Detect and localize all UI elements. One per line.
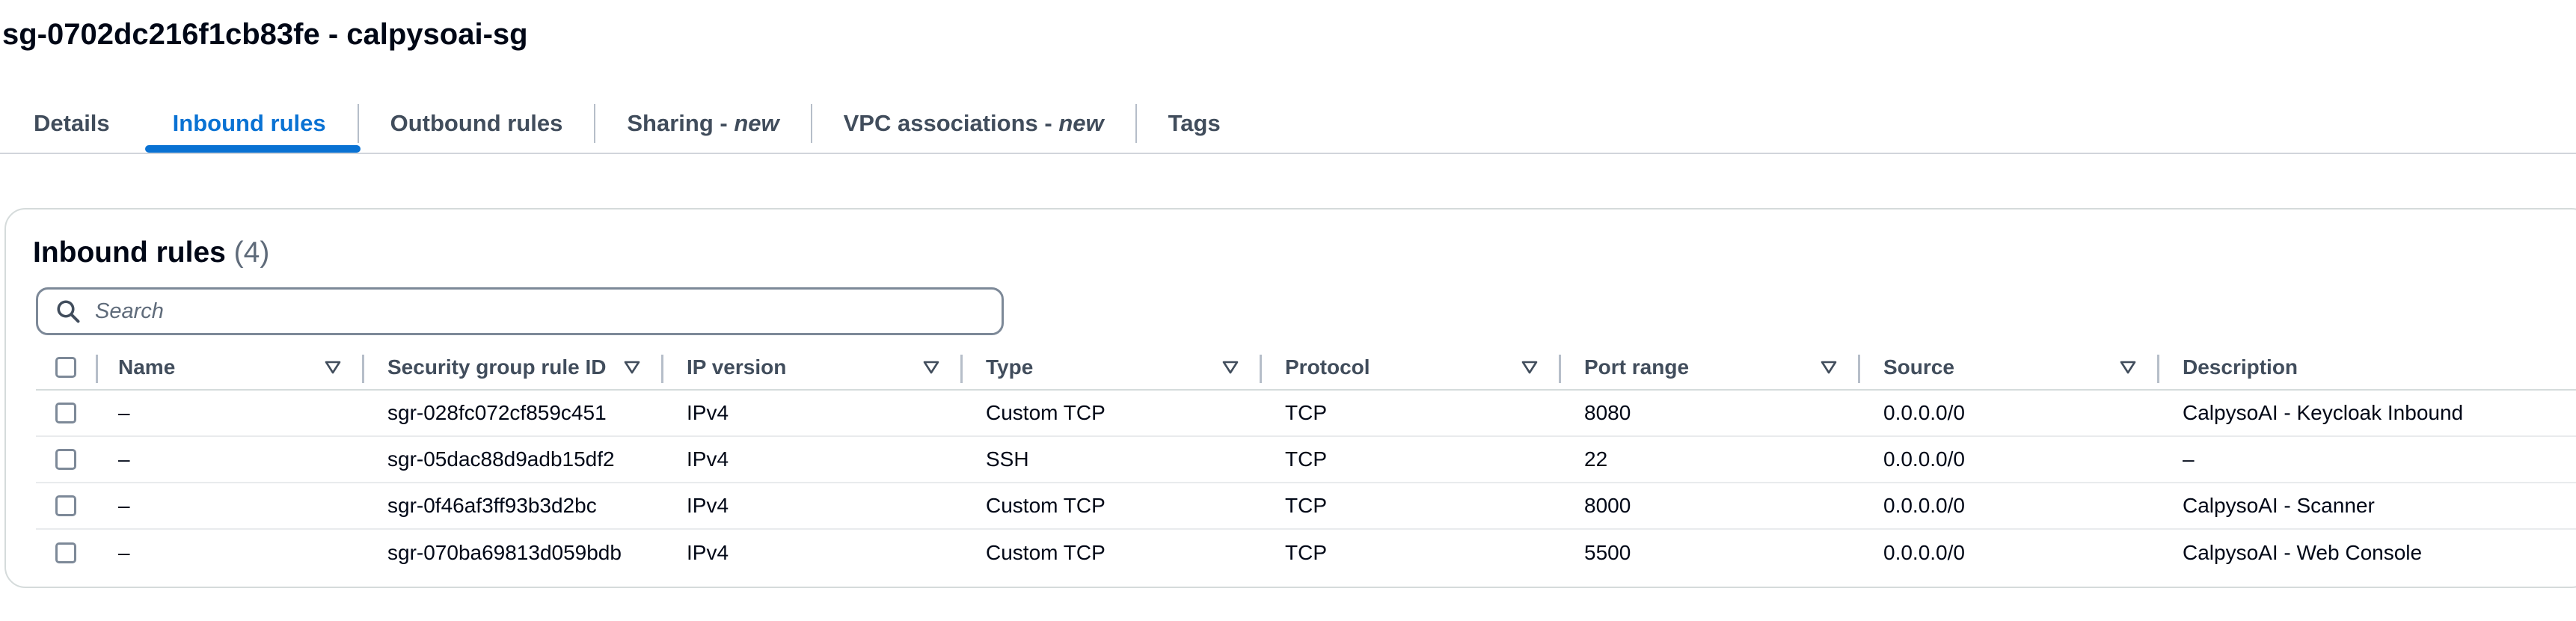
rule-count: (4) [233, 236, 270, 269]
column-divider [1858, 355, 1860, 383]
column-divider [96, 355, 98, 383]
sort-icon[interactable] [1521, 361, 1538, 374]
column-header-ip-version[interactable]: IP version [687, 346, 786, 389]
cell-port-range: 22 [1584, 447, 1608, 471]
cell-name: – [118, 447, 130, 471]
cell-protocol: TCP [1285, 447, 1327, 471]
cell-rule-id: sgr-070ba69813d059bdb [387, 541, 622, 564]
cell-source: 0.0.0.0/0 [1883, 401, 1965, 424]
cell-rule-id: sgr-0f46af3ff93b3d2bc [387, 494, 597, 517]
column-header-port-range[interactable]: Port range [1584, 346, 1689, 389]
cell-rule-id: sgr-028fc072cf859c451 [387, 401, 607, 424]
tab-inbound-rules[interactable]: Inbound rules [141, 94, 358, 153]
cell-protocol: TCP [1285, 401, 1327, 424]
table-row[interactable]: – sgr-0f46af3ff93b3d2bc IPv4 Custom TCP … [36, 483, 2576, 530]
sort-icon[interactable] [923, 361, 939, 374]
cell-name: – [118, 541, 130, 564]
cell-name: – [118, 494, 130, 517]
column-header-type[interactable]: Type [986, 346, 1033, 389]
tab-tags[interactable]: Tags [1137, 94, 1252, 153]
panel-title-text: Inbound rules [33, 236, 226, 269]
column-header-protocol[interactable]: Protocol [1285, 346, 1370, 389]
tab-label: Tags [1168, 110, 1221, 136]
sort-icon[interactable] [1222, 361, 1239, 374]
row-checkbox[interactable] [55, 495, 76, 516]
column-header-description[interactable]: Description [2183, 346, 2298, 389]
sort-icon[interactable] [1821, 361, 1837, 374]
sort-icon[interactable] [2120, 361, 2136, 374]
panel-title: Inbound rules (4) [33, 236, 269, 269]
tab-label: Details [34, 110, 110, 136]
cell-ip-version: IPv4 [687, 447, 729, 471]
cell-port-range: 8000 [1584, 494, 1631, 517]
cell-type: Custom TCP [986, 541, 1105, 564]
row-checkbox[interactable] [55, 542, 76, 563]
column-header-name[interactable]: Name [118, 346, 175, 389]
column-header-source[interactable]: Source [1883, 346, 1954, 389]
table-header-row: Name Security group rule ID IP version T… [36, 346, 2576, 391]
cell-source: 0.0.0.0/0 [1883, 494, 1965, 517]
cell-description: CalpysoAI - Keycloak Inbound [2183, 401, 2464, 424]
tab-label: Outbound rules [390, 110, 563, 136]
select-all-checkbox[interactable] [55, 357, 76, 378]
column-divider [960, 355, 963, 383]
cell-ip-version: IPv4 [687, 541, 729, 564]
column-divider [661, 355, 663, 383]
sort-icon[interactable] [325, 361, 341, 374]
cell-ip-version: IPv4 [687, 494, 729, 517]
cell-rule-id: sgr-05dac88d9adb15df2 [387, 447, 615, 471]
cell-protocol: TCP [1285, 541, 1327, 564]
cell-ip-version: IPv4 [687, 401, 729, 424]
row-checkbox[interactable] [55, 403, 76, 423]
column-divider [362, 355, 364, 383]
cell-port-range: 5500 [1584, 541, 1631, 564]
tab-label: Sharing - [627, 110, 735, 136]
cell-type: SSH [986, 447, 1029, 471]
column-header-rule-id[interactable]: Security group rule ID [387, 346, 607, 389]
search-input[interactable] [95, 299, 978, 324]
row-checkbox[interactable] [55, 449, 76, 470]
table-row[interactable]: – sgr-070ba69813d059bdb IPv4 Custom TCP … [36, 530, 2576, 576]
tab-bar: Details Inbound rules Outbound rules Sha… [0, 94, 2576, 154]
new-tag: new [1058, 110, 1104, 136]
cell-name: – [118, 401, 130, 424]
tab-sharing[interactable]: Sharing - new [595, 94, 810, 153]
tab-label: Inbound rules [172, 110, 326, 136]
tab-details[interactable]: Details [0, 94, 141, 153]
tab-vpc-associations[interactable]: VPC associations - new [812, 94, 1135, 153]
tab-label: VPC associations - [843, 110, 1059, 136]
inbound-rules-table: Name Security group rule ID IP version T… [36, 346, 2576, 576]
column-divider [1559, 355, 1561, 383]
table-row[interactable]: – sgr-028fc072cf859c451 IPv4 Custom TCP … [36, 391, 2576, 437]
cell-type: Custom TCP [986, 401, 1105, 424]
tab-outbound-rules[interactable]: Outbound rules [359, 94, 595, 153]
cell-source: 0.0.0.0/0 [1883, 541, 1965, 564]
new-tag: new [734, 110, 779, 136]
cell-source: 0.0.0.0/0 [1883, 447, 1965, 471]
search-box[interactable] [36, 287, 1004, 335]
table-row[interactable]: – sgr-05dac88d9adb15df2 IPv4 SSH TCP 22 … [36, 437, 2576, 483]
cell-description: CalpysoAI - Scanner [2183, 494, 2375, 517]
search-icon [57, 300, 80, 323]
cell-type: Custom TCP [986, 494, 1105, 517]
column-divider [2157, 355, 2159, 383]
sort-icon[interactable] [624, 361, 640, 374]
cell-description: CalpysoAI - Web Console [2183, 541, 2423, 564]
active-tab-indicator [145, 145, 361, 153]
cell-description: – [2183, 447, 2195, 471]
cell-port-range: 8080 [1584, 401, 1631, 424]
page-title: sg-0702dc216f1cb83fe - calpysoai-sg [2, 18, 528, 51]
column-divider [1260, 355, 1262, 383]
cell-protocol: TCP [1285, 494, 1327, 517]
